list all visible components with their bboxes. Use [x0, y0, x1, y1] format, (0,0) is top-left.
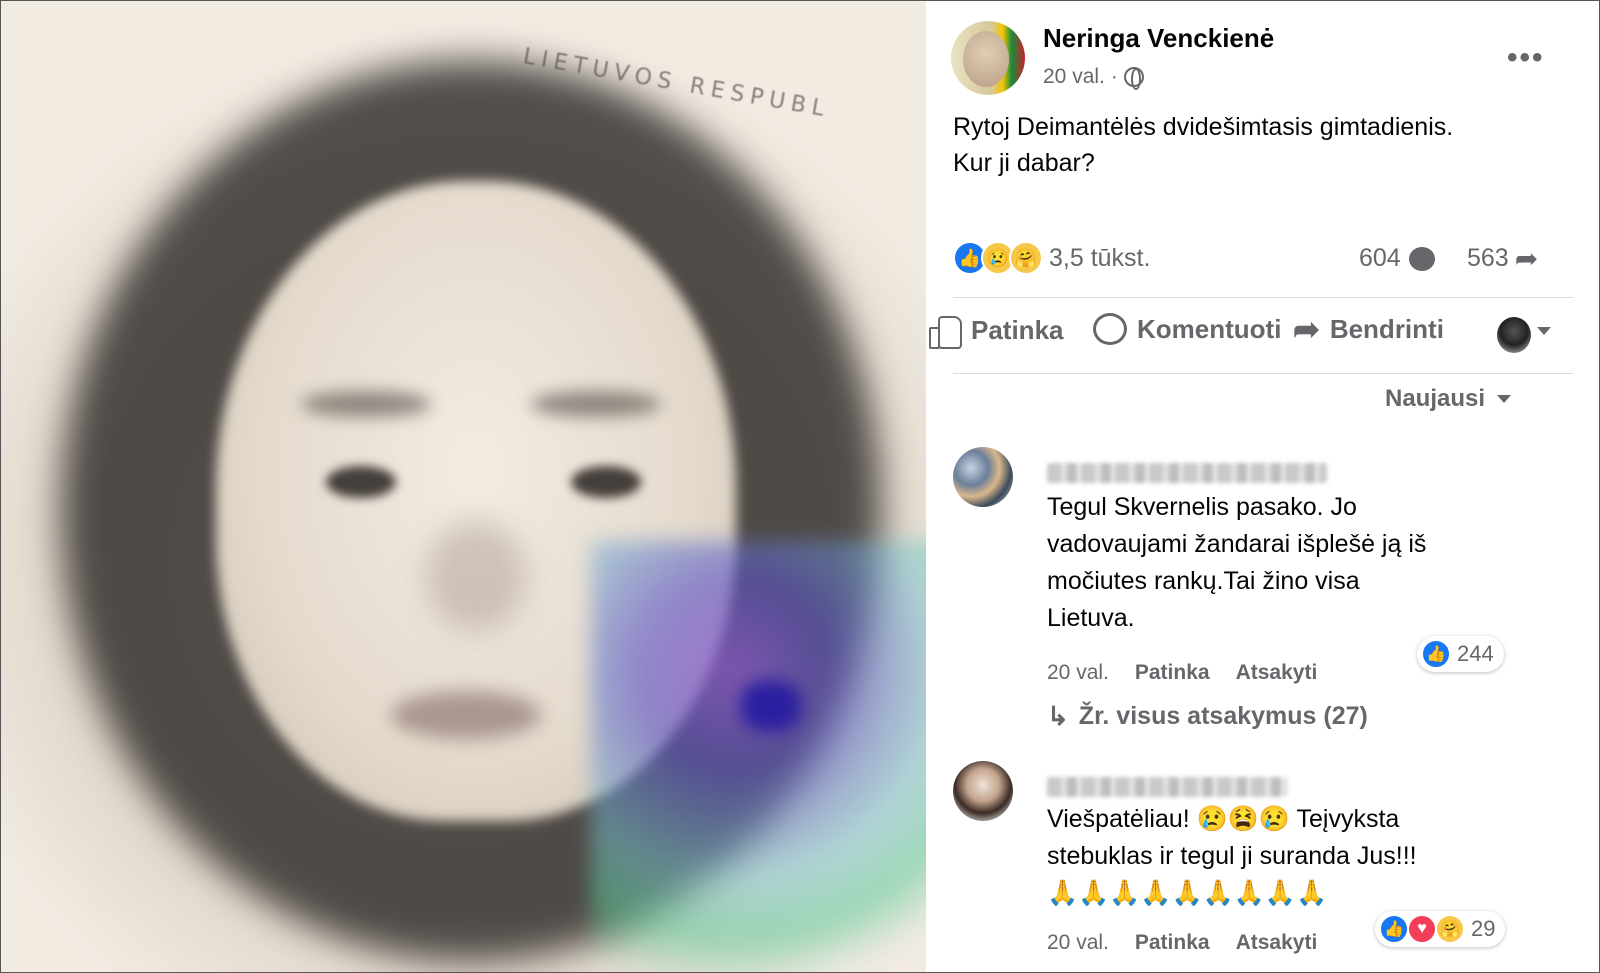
photo-mouth: [391, 691, 541, 739]
comment-line: 🙏🙏🙏🙏🙏🙏🙏🙏🙏: [1047, 879, 1328, 907]
commenter-avatar[interactable]: [953, 761, 1013, 821]
comment-meta: 20 val. Patinka Atsakyti: [1047, 661, 1317, 685]
like-button[interactable]: Patinka: [927, 313, 1064, 349]
comment-button-label: Komentuoti: [1137, 313, 1282, 344]
share-button-label: Bendrinti: [1329, 313, 1444, 344]
comment-reactions[interactable]: 👍 ♥ 🤗 29: [1375, 911, 1506, 947]
reactions-summary[interactable]: 👍 😢 🤗 3,5 tūkst. 604 563 ➦: [953, 241, 1573, 281]
comment-bubble-icon: [1408, 246, 1435, 271]
post-meta: 20 val. ·: [1043, 65, 1144, 90]
post-panel: Neringa Venckienė 20 val. · ••• Rytoj De…: [927, 1, 1599, 972]
comment-reply-link[interactable]: Atsakyti: [1236, 931, 1318, 955]
more-icon[interactable]: •••: [1507, 41, 1545, 75]
comment-reactions[interactable]: 👍 244: [1417, 636, 1504, 672]
comment-like-link[interactable]: Patinka: [1135, 661, 1210, 685]
reaction-count[interactable]: 3,5 tūkst.: [1049, 244, 1150, 273]
view-replies-label: Žr. visus atsakymus (27): [1078, 702, 1368, 730]
comment-icon: [1093, 313, 1127, 345]
like-reaction-icon: 👍: [1379, 914, 1409, 944]
comment-line: Tegul Skvernelis pasako. Jo: [1047, 493, 1357, 521]
post-text-line: Kur ji dabar?: [953, 149, 1095, 177]
post-text-line: Rytoj Deimantėlės dvidešimtasis gimtadie…: [953, 113, 1454, 141]
comment-button[interactable]: Komentuoti: [1093, 313, 1281, 345]
photo-left-eye: [326, 466, 396, 498]
comment-line: stebuklas ir tegul ji suranda Jus!!!: [1047, 842, 1417, 870]
photo-right-brow: [531, 391, 661, 417]
like-reaction-icon: 👍: [1421, 639, 1451, 669]
reply-arrow-icon: ↳: [1047, 701, 1069, 731]
comment-time[interactable]: 20 val.: [1047, 661, 1109, 685]
commenter-avatar[interactable]: [953, 447, 1013, 507]
comment-text: Tegul Skvernelis pasako. Jo vadovaujami …: [1047, 489, 1527, 637]
comment-line: močiutes rankų.Tai žino visa: [1047, 567, 1360, 595]
photo-left-brow: [301, 391, 431, 417]
post-text: Rytoj Deimantėlės dvidešimtasis gimtadie…: [953, 109, 1573, 181]
photo-color-flare-dark: [741, 681, 801, 731]
comment-line: Viešpatėliau! 😢😫😢 Teįvyksta: [1047, 805, 1400, 833]
share-count-value: 563: [1467, 244, 1509, 272]
globe-icon: [1123, 67, 1144, 90]
comment-reaction-count: 29: [1471, 916, 1496, 941]
view-replies-link[interactable]: ↳ Žr. visus atsakymus (27): [1047, 701, 1368, 732]
comment-reaction-count: 244: [1457, 641, 1494, 666]
share-count[interactable]: 563 ➦: [1467, 244, 1538, 273]
author-name[interactable]: Neringa Venckienė: [1043, 23, 1274, 54]
comment-count[interactable]: 604: [1359, 244, 1435, 273]
photo-color-flare: [591, 541, 926, 972]
comment-time[interactable]: 20 val.: [1047, 931, 1109, 955]
comment-sort-label: Naujausi: [1385, 385, 1486, 412]
comment-reply-link[interactable]: Atsakyti: [1236, 661, 1318, 685]
comment-sort[interactable]: Naujausi: [1385, 385, 1512, 413]
photo-nose: [426, 521, 526, 631]
caret-icon: [1497, 395, 1512, 403]
share-button[interactable]: ➦ Bendrinti: [1293, 313, 1444, 345]
author-avatar[interactable]: [951, 21, 1025, 95]
care-reaction-icon: 🤗: [1435, 914, 1465, 944]
like-button-label: Patinka: [971, 314, 1064, 345]
action-bar: Patinka Komentuoti ➦ Bendrinti: [927, 313, 1599, 363]
share-arrow-icon: ➦: [1514, 242, 1539, 274]
post-time[interactable]: 20 val. ·: [1043, 65, 1118, 89]
share-icon: ➦: [1293, 311, 1320, 347]
comment-line: Lietuva.: [1047, 604, 1135, 632]
divider: [953, 373, 1573, 374]
caret-icon[interactable]: [1537, 327, 1551, 335]
photo-right-eye: [571, 466, 641, 498]
comment-like-link[interactable]: Patinka: [1135, 931, 1210, 955]
commenter-name-blurred[interactable]: [1047, 463, 1327, 483]
audience-avatar[interactable]: [1497, 317, 1531, 353]
thumb-icon: [927, 313, 962, 349]
comment-text: Viešpatėliau! 😢😫😢 Teįvyksta stebuklas ir…: [1047, 801, 1527, 912]
comment-meta: 20 val. Patinka Atsakyti: [1047, 931, 1317, 955]
comment-line: vadovaujami žandarai išplešė ją iš: [1047, 530, 1427, 558]
care-reaction-icon: 🤗: [1009, 241, 1043, 275]
love-reaction-icon: ♥: [1407, 914, 1437, 944]
divider: [953, 297, 1573, 298]
comment-count-value: 604: [1359, 244, 1401, 272]
commenter-name-blurred[interactable]: [1047, 777, 1287, 797]
post-photo[interactable]: LIETUVOS RESPUBL: [1, 1, 926, 972]
